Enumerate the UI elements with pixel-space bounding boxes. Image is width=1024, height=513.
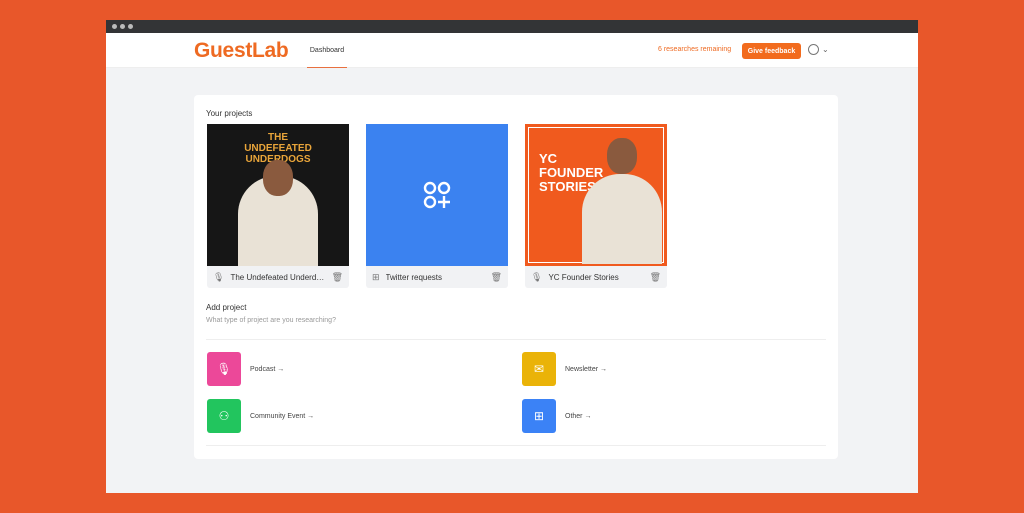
browser-window: GuestLab Dashboard 6 researches remainin… [106,20,918,493]
title-bar [106,20,918,33]
add-project-subtitle: What type of project are you researching… [206,317,336,324]
microphone-icon: 🎙︎ [213,271,225,282]
apps-add-icon: ⊞ [372,271,380,282]
cover-person [582,174,662,264]
project-name: The Undefeated Underdo... [230,272,326,282]
tab-dashboard[interactable]: Dashboard [307,33,347,68]
project-name: Twitter requests [385,272,443,282]
option-podcast[interactable]: 🎙︎ Podcast → [207,352,284,386]
logo[interactable]: GuestLab [194,39,289,63]
divider [206,339,826,340]
envelope-icon: ✉ [522,352,556,386]
option-community-event[interactable]: ⚇ Community Event → [207,399,314,433]
cover-head [263,160,293,196]
option-other[interactable]: ⊞ Other → [522,399,591,433]
project-card[interactable]: YC FOUNDER STORIES 🎙︎ YC Founder Stories 🗑… [525,124,667,288]
trash-icon[interactable]: 🗑︎ [332,272,343,283]
project-cover: THE UNDEFEATED UNDERDOGS [207,124,349,266]
your-projects-heading: Your projects [206,109,253,118]
window-dot[interactable] [128,24,133,29]
option-label: Other → [565,412,592,420]
apps-add-icon: ⊞ [522,399,556,433]
window-dot[interactable] [112,24,117,29]
chevron-down-icon: ⌄ [822,45,829,54]
give-feedback-button[interactable]: Give feedback [742,43,801,59]
add-project-heading: Add project [206,303,247,312]
divider [206,445,826,446]
project-cover: YC FOUNDER STORIES [525,124,667,266]
app-header: GuestLab Dashboard 6 researches remainin… [106,33,918,68]
window-dot[interactable] [120,24,125,29]
microphone-icon: 🎙︎ [531,271,543,282]
researches-remaining: 6 researches remaining [658,46,732,53]
user-icon [808,44,819,55]
option-label: Podcast → [250,365,285,373]
project-card[interactable]: ⊞ Twitter requests 🗑︎ [366,124,508,288]
option-newsletter[interactable]: ✉ Newsletter → [522,352,607,386]
project-name: YC Founder Stories [548,272,619,282]
project-card[interactable]: THE UNDEFEATED UNDERDOGS 🎙︎ The Undefeate… [207,124,349,288]
user-menu[interactable]: ⌄ [808,44,829,55]
project-cover [366,124,508,266]
apps-add-icon [423,181,451,209]
community-icon: ⚇ [207,399,241,433]
option-label: Community Event → [250,412,315,420]
main-card: Your projects THE UNDEFEATED UNDERDOGS 🎙… [194,95,838,459]
trash-icon[interactable]: 🗑︎ [650,272,661,283]
trash-icon[interactable]: 🗑︎ [491,272,502,283]
cover-head [607,138,637,174]
microphone-icon: 🎙︎ [207,352,241,386]
option-label: Newsletter → [565,365,608,373]
